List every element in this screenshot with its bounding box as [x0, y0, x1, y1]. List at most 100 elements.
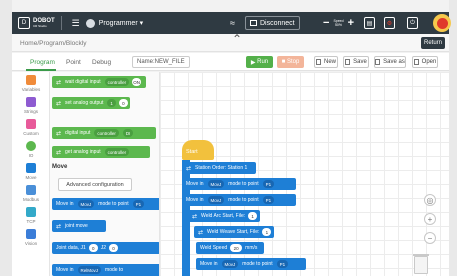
- start-block[interactable]: Start: [182, 140, 214, 160]
- block-text: J2: [100, 245, 107, 251]
- file-name-field[interactable]: Name:NEW_FILE: [132, 56, 190, 68]
- block-weld-weave-start[interactable]: ⇄ Weld Weave Start, File: 1: [194, 226, 274, 238]
- block-dropdown[interactable]: MovJ: [221, 260, 239, 268]
- start-label: Start: [186, 149, 198, 155]
- block-value[interactable]: 20: [230, 244, 243, 252]
- block-dropdown[interactable]: P1: [262, 196, 275, 204]
- block-label: Move in: [186, 181, 204, 187]
- stop-label: Stop: [286, 59, 300, 65]
- run-button[interactable]: ▶ Run: [246, 56, 273, 68]
- block-dropdown[interactable]: RelMovJ: [77, 266, 102, 274]
- block-value[interactable]: 0: [109, 244, 119, 252]
- category-label: Vision: [24, 241, 38, 246]
- block-dropdown[interactable]: MovJ: [207, 180, 225, 188]
- block-move-in[interactable]: Move in MovJ mode to point P1: [52, 198, 159, 210]
- block-weld-arc-start[interactable]: ⇄ Weld Arc Start, File: 1: [188, 210, 260, 222]
- block-text: mm/s: [245, 245, 258, 251]
- weave-icon: ⇄: [198, 229, 204, 236]
- disconnect-button[interactable]: Disconnect: [245, 16, 300, 30]
- block-dropdown[interactable]: P1: [276, 260, 289, 268]
- emergency-stop-icon[interactable]: [433, 14, 451, 32]
- save-as-button[interactable]: Save as: [374, 56, 406, 68]
- power-icon[interactable]: ⏻: [407, 17, 418, 29]
- block-move-in[interactable]: Move in MovJ mode to point P1: [182, 194, 296, 206]
- block-value[interactable]: 1: [262, 228, 272, 236]
- save-label: Save: [353, 59, 367, 65]
- block-value[interactable]: 1: [248, 212, 258, 220]
- block-text: mode to point: [228, 197, 259, 203]
- category-vision[interactable]: Vision: [12, 226, 50, 248]
- block-set-analog-output[interactable]: ⇄ set analog output 1 0: [52, 97, 130, 109]
- block-dropdown[interactable]: 1: [107, 99, 116, 107]
- block-wait-digital-input[interactable]: ⇄ wait digital input controller ON: [52, 76, 146, 88]
- return-button[interactable]: Return: [421, 37, 445, 49]
- block-dropdown[interactable]: controller: [94, 129, 119, 137]
- category-label: Modbus: [22, 197, 39, 202]
- block-label: joint move: [65, 223, 88, 229]
- block-label: Move in: [56, 201, 74, 207]
- menu-icon[interactable]: ☰: [72, 18, 80, 29]
- block-dropdown[interactable]: controller: [104, 78, 130, 86]
- device-frame-right: [449, 0, 457, 276]
- block-dropdown[interactable]: P1: [132, 200, 145, 208]
- zoom-in-icon[interactable]: +: [424, 213, 436, 225]
- block-value[interactable]: 0: [88, 244, 98, 252]
- speed-decrease-button[interactable]: −: [323, 17, 329, 29]
- block-move-in[interactable]: Move in MovJ mode to point P1: [182, 178, 296, 190]
- logo: D DOBOT CR Studio: [18, 17, 55, 29]
- tab-program[interactable]: Program: [30, 59, 55, 66]
- category-move[interactable]: Move: [12, 160, 50, 182]
- open-label: Open: [421, 59, 437, 65]
- save-as-label: Save as: [383, 59, 405, 65]
- category-variables[interactable]: Variables: [12, 72, 50, 94]
- open-button[interactable]: Open: [412, 56, 438, 68]
- block-move-in[interactable]: Move in MovJ mode to point P1: [196, 258, 306, 270]
- program-toolbar: Program Point Debug Name:NEW_FILE ▶ Run …: [12, 53, 449, 71]
- block-joint-move[interactable]: ⇄ joint move: [52, 220, 106, 232]
- category-strings[interactable]: Strings: [12, 94, 50, 116]
- speed-control: − Speed 50% +: [323, 17, 354, 29]
- block-weld-speed[interactable]: Weld Speed 20 mm/s: [196, 242, 264, 254]
- category-modbus[interactable]: Modbus: [12, 182, 50, 204]
- block-digital-input[interactable]: ⇄ digital input controller DI: [52, 127, 156, 139]
- user-role-dropdown[interactable]: Programmer ▾: [85, 18, 143, 28]
- tab-debug[interactable]: Debug: [92, 59, 111, 66]
- speed-increase-button[interactable]: +: [348, 17, 354, 29]
- category-label: Move: [25, 175, 37, 180]
- block-port[interactable]: DI: [122, 129, 134, 137]
- category-io[interactable]: IO: [12, 138, 50, 160]
- block-dropdown[interactable]: MovJ: [207, 196, 225, 204]
- block-label: Weld Weave Start, File:: [207, 229, 260, 235]
- block-joint-data[interactable]: Joint data, J1 0 J2 0: [52, 242, 159, 254]
- block-label: Weld Arc Start, File:: [201, 213, 246, 219]
- block-dropdown[interactable]: P1: [262, 180, 275, 188]
- move-icon: [26, 163, 36, 173]
- weld-icon: ⇄: [192, 213, 198, 220]
- save-button[interactable]: Save: [343, 56, 369, 68]
- block-label: Station Order: Station 1: [195, 165, 248, 171]
- block-value[interactable]: ON: [132, 78, 142, 86]
- block-station-order[interactable]: ⇄ Station Order: Station 1: [182, 162, 256, 174]
- trash-icon[interactable]: [413, 254, 429, 274]
- category-tcp[interactable]: TCP: [12, 204, 50, 226]
- tab-point[interactable]: Point: [66, 59, 81, 66]
- block-get-analog-input[interactable]: ⇄ get analog input controller: [52, 146, 150, 158]
- block-move-in-relative[interactable]: Move in RelMovJ mode to: [52, 264, 159, 276]
- block-flyout: ⇄ wait digital input controller ON ⇄ set…: [50, 72, 160, 276]
- zoom-out-icon[interactable]: −: [424, 232, 436, 244]
- new-button[interactable]: New: [314, 56, 338, 68]
- chevron-up-icon[interactable]: ⌃: [232, 32, 242, 46]
- block-dropdown[interactable]: MovJ: [77, 200, 95, 208]
- category-custom[interactable]: Custom: [12, 116, 50, 138]
- block-value[interactable]: 0: [118, 99, 128, 107]
- tcp-icon: [26, 207, 36, 217]
- block-dropdown[interactable]: controller: [104, 148, 130, 156]
- variables-icon: [26, 75, 36, 85]
- block-label: Move in: [186, 197, 204, 203]
- settings-icon[interactable]: ⚙: [384, 17, 395, 29]
- zoom-reset-icon[interactable]: ◎: [424, 194, 436, 206]
- advanced-configuration-button[interactable]: Advanced configuration: [58, 178, 132, 191]
- block-text: mode to: [105, 267, 124, 273]
- document-icon[interactable]: ▤: [364, 17, 375, 29]
- stop-button[interactable]: ■ Stop: [277, 56, 304, 68]
